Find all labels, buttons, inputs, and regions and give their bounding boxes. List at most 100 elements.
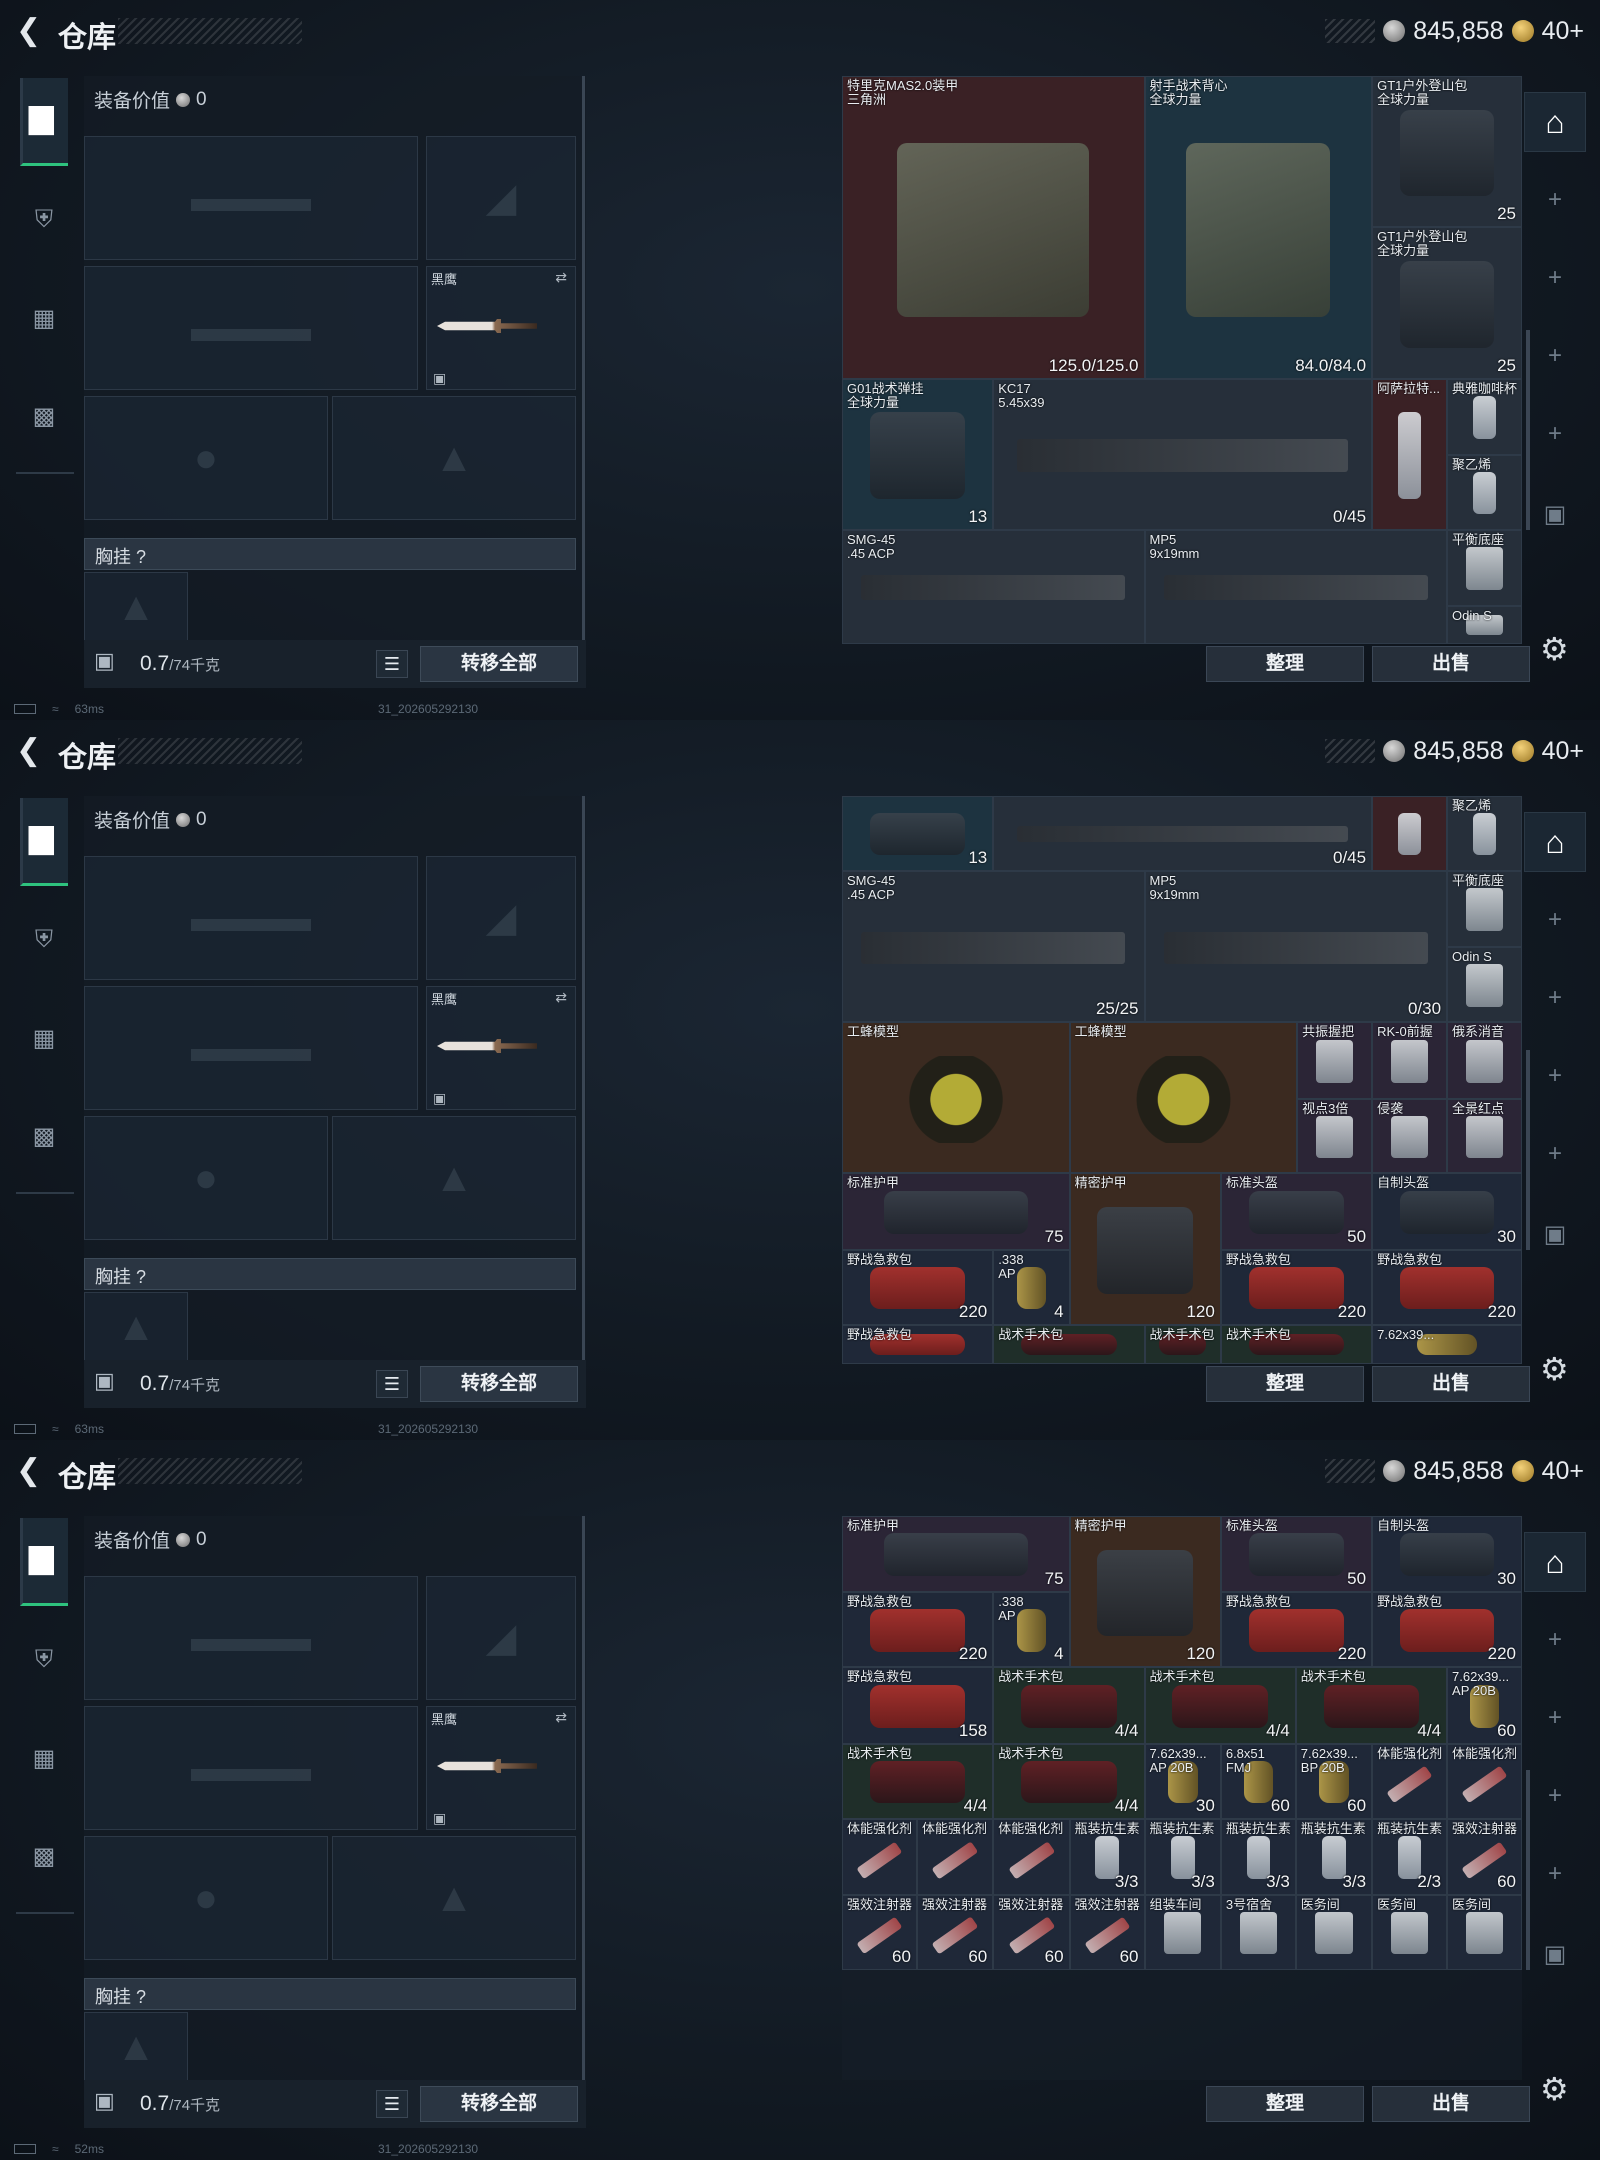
melee-slot[interactable]: 黑鹰 ⇄ ▣ bbox=[426, 266, 576, 390]
chest-rig-header[interactable]: 胸挂 ? bbox=[84, 1258, 576, 1290]
armor-tab-icon[interactable]: ⛨ bbox=[20, 1616, 68, 1704]
melee-slot[interactable]: 黑鹰 ⇄ ▣ bbox=[426, 986, 576, 1110]
lock-icon[interactable]: ▣ bbox=[1524, 1204, 1586, 1264]
stash-item[interactable]: RK-0前握 bbox=[1372, 1022, 1448, 1099]
tab-slot-icon[interactable]: + bbox=[1524, 326, 1586, 386]
stash-scrollbar[interactable] bbox=[1526, 330, 1530, 530]
weapon-tab-icon[interactable]: █▌ bbox=[20, 1518, 68, 1606]
backpack-tab-icon[interactable]: ▦ bbox=[20, 994, 68, 1082]
stash-item[interactable]: 精密护甲 120 bbox=[1069, 1173, 1221, 1325]
lock-icon[interactable]: ▣ bbox=[94, 1368, 120, 1398]
list-icon[interactable]: ☰ bbox=[376, 1370, 408, 1398]
stash-item[interactable]: 强效注射器 60 bbox=[916, 1894, 994, 1970]
equipment-scrollbar[interactable] bbox=[582, 1516, 585, 2116]
stash-item[interactable]: 标准头盔 50 bbox=[1220, 1173, 1373, 1250]
gold-amount[interactable]: 40+ bbox=[1542, 1457, 1584, 1486]
help-icon[interactable]: ? bbox=[136, 547, 146, 567]
help-icon[interactable]: ? bbox=[136, 1987, 146, 2007]
armor-slot[interactable]: ▲ bbox=[332, 1836, 576, 1960]
tab-slot-icon[interactable]: + bbox=[1524, 404, 1586, 464]
stash-item[interactable]: 7.62x39... BP 20B 60 bbox=[1295, 1743, 1373, 1819]
stash-item[interactable]: 野战急救包 220 bbox=[842, 1249, 994, 1325]
helmet-slot[interactable]: ● bbox=[84, 396, 328, 520]
gear-icon[interactable]: ⚙ bbox=[1540, 2070, 1569, 2108]
back-icon[interactable]: ❮ bbox=[16, 1454, 46, 1488]
stash-item[interactable]: 强效注射器 60 bbox=[1069, 1894, 1145, 1970]
transfer-all-button[interactable]: 转移全部 bbox=[420, 2086, 578, 2122]
stash-item[interactable]: 自制头盔 30 bbox=[1372, 1516, 1522, 1593]
lock-icon[interactable]: ▣ bbox=[94, 2088, 120, 2118]
stash-item[interactable]: 战术手术包 4/4 bbox=[1295, 1667, 1448, 1744]
stash-item[interactable]: 瓶装抗生素 3/3 bbox=[1295, 1818, 1373, 1895]
stash-item[interactable]: 聚乙烯 bbox=[1447, 796, 1522, 871]
stash-item[interactable]: GT1户外登山包 全球力量 25 bbox=[1372, 76, 1522, 228]
helmet-slot[interactable]: ● bbox=[84, 1116, 328, 1240]
stash-item[interactable]: 强效注射器 60 bbox=[842, 1894, 917, 1970]
stash-item[interactable]: 侵袭 bbox=[1372, 1098, 1448, 1174]
add-tab-icon[interactable]: + bbox=[1524, 1610, 1586, 1670]
stash-item[interactable]: 体能强化剂 bbox=[842, 1818, 917, 1895]
stash-item[interactable]: 野战急救包 220 bbox=[842, 1592, 994, 1668]
armor-tab-icon[interactable]: ⛨ bbox=[20, 896, 68, 984]
stash-item[interactable]: 3号宿舍 bbox=[1220, 1894, 1296, 1970]
stash-item[interactable]: 标准头盔 50 bbox=[1220, 1516, 1373, 1593]
tab-slot-icon[interactable]: + bbox=[1524, 248, 1586, 308]
back-icon[interactable]: ❮ bbox=[16, 14, 46, 48]
stash-item[interactable]: 体能强化剂 bbox=[916, 1818, 994, 1895]
stash-item[interactable]: 战术手术包 4/4 bbox=[1144, 1667, 1296, 1744]
stash-item[interactable]: 聚乙烯 bbox=[1447, 454, 1522, 530]
sell-button[interactable]: 出售 bbox=[1372, 2086, 1530, 2122]
melee-slot[interactable]: 黑鹰 ⇄ ▣ bbox=[426, 1706, 576, 1830]
stash-item[interactable]: 瓶装抗生素 3/3 bbox=[1069, 1818, 1145, 1895]
tab-slot-icon[interactable]: + bbox=[1524, 968, 1586, 1028]
sell-button[interactable]: 出售 bbox=[1372, 646, 1530, 682]
transfer-all-button[interactable]: 转移全部 bbox=[420, 1366, 578, 1402]
case-tab-icon[interactable]: ▩ bbox=[20, 372, 68, 460]
tab-slot-icon[interactable]: + bbox=[1524, 1766, 1586, 1826]
case-tab-icon[interactable]: ▩ bbox=[20, 1812, 68, 1900]
stash-item[interactable]: 工蜂模型 bbox=[842, 1022, 1070, 1174]
armor-slot[interactable]: ▲ bbox=[332, 396, 576, 520]
stash-item[interactable] bbox=[1372, 796, 1448, 871]
sort-button[interactable]: 整理 bbox=[1206, 2086, 1364, 2122]
gear-icon[interactable]: ⚙ bbox=[1540, 630, 1569, 668]
stash-item[interactable]: .338 AP 4 bbox=[993, 1249, 1070, 1325]
stash-item[interactable]: .338 AP 4 bbox=[993, 1592, 1070, 1668]
stash-scrollbar[interactable] bbox=[1526, 1770, 1530, 1970]
swap-icon[interactable]: ⇄ bbox=[555, 989, 567, 1006]
chest-rig-header[interactable]: 胸挂 ? bbox=[84, 538, 576, 570]
stash-item[interactable]: 体能强化剂 bbox=[1372, 1743, 1448, 1819]
backpack-tab-icon[interactable]: ▦ bbox=[20, 1714, 68, 1802]
stash-item[interactable]: G01战术弹挂 全球力量 13 bbox=[842, 378, 994, 530]
stash-item[interactable]: 射手战术背心 全球力量 84.0/84.0 bbox=[1144, 76, 1373, 379]
stash-item[interactable]: 标准护甲 75 bbox=[842, 1173, 1070, 1250]
armor-tab-icon[interactable]: ⛨ bbox=[20, 176, 68, 264]
stash-item[interactable]: 医务间 bbox=[1372, 1894, 1448, 1970]
stash-item[interactable]: 特里克MAS2.0装甲 三角洲 125.0/125.0 bbox=[842, 76, 1145, 379]
stash-item[interactable]: 医务间 bbox=[1295, 1894, 1373, 1970]
stash-item[interactable]: 全景红点 bbox=[1447, 1098, 1522, 1174]
primary-weapon-slot[interactable]: ▬▬▬ bbox=[84, 1576, 418, 1700]
stash-item[interactable]: 6.8x51 FMJ 60 bbox=[1220, 1743, 1296, 1819]
stash-item[interactable]: 7.62x39... bbox=[1372, 1324, 1522, 1364]
sort-button[interactable]: 整理 bbox=[1206, 1366, 1364, 1402]
chest-rig-header[interactable]: 胸挂 ? bbox=[84, 1978, 576, 2010]
list-icon[interactable]: ☰ bbox=[376, 2090, 408, 2118]
list-icon[interactable]: ☰ bbox=[376, 650, 408, 678]
lock-icon[interactable]: ▣ bbox=[1524, 484, 1586, 544]
backpack-tab-icon[interactable]: ▦ bbox=[20, 274, 68, 362]
stash-item[interactable]: 体能强化剂 bbox=[1447, 1743, 1522, 1819]
swap-icon[interactable]: ⇄ bbox=[555, 269, 567, 286]
stash-item[interactable]: 野战急救包 158 bbox=[842, 1667, 994, 1744]
stash-item[interactable]: MP5 9x19mm 0/30 bbox=[1144, 870, 1448, 1023]
stash-item[interactable]: 瓶装抗生素 3/3 bbox=[1220, 1818, 1296, 1895]
sell-button[interactable]: 出售 bbox=[1372, 1366, 1530, 1402]
armor-slot[interactable]: ▲ bbox=[332, 1116, 576, 1240]
tab-slot-icon[interactable]: + bbox=[1524, 1124, 1586, 1184]
stash-item[interactable]: 体能强化剂 bbox=[993, 1818, 1070, 1895]
warehouse-home-icon[interactable]: ⌂ bbox=[1524, 92, 1586, 152]
stash-scrollbar[interactable] bbox=[1526, 1050, 1530, 1250]
add-tab-icon[interactable]: + bbox=[1524, 170, 1586, 230]
stash-item[interactable]: 野战急救包 220 bbox=[1220, 1249, 1373, 1325]
stash-item[interactable]: 标准护甲 75 bbox=[842, 1516, 1070, 1593]
